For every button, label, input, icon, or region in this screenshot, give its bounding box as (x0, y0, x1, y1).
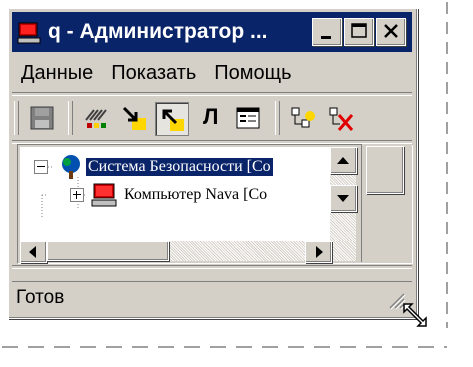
filter-button[interactable] (80, 102, 112, 134)
tree-node-label[interactable]: Компьютер Nava [Со (124, 186, 267, 204)
status-bar: Готов (12, 281, 412, 314)
properties-icon (236, 107, 260, 129)
menu-help[interactable]: Помощь (205, 62, 300, 85)
tree-node[interactable]: Система Безопасности [Со (34, 153, 273, 181)
pane-splitter[interactable] (351, 144, 357, 262)
move-up-button[interactable] (155, 102, 189, 136)
details-pane (361, 144, 412, 262)
toolbar-separator (68, 101, 73, 135)
computer-icon (90, 181, 120, 209)
tree-node[interactable]: Компьютер Nava [Со (70, 181, 267, 209)
close-icon (384, 24, 398, 38)
title-bar[interactable]: q - Администратор ... (12, 12, 412, 52)
menu-data[interactable]: Данные (12, 62, 102, 85)
lambda-icon: Л (203, 104, 219, 129)
save-button[interactable] (26, 102, 58, 134)
properties-button[interactable] (232, 102, 264, 134)
delete-node-button[interactable] (324, 102, 356, 134)
collapse-icon[interactable] (34, 160, 48, 174)
menu-view[interactable]: Показать (102, 62, 205, 85)
minimize-icon (321, 36, 331, 39)
scroll-left-button[interactable] (20, 241, 47, 263)
left-arrow-icon (29, 246, 36, 258)
maximize-button[interactable] (344, 18, 374, 46)
hatch-grid-icon (85, 109, 107, 128)
pane-bottom-separator (12, 265, 412, 269)
tree-view[interactable]: Система Безопасности [Со Компьютер Nava … (20, 147, 356, 241)
add-node-button[interactable] (286, 102, 318, 134)
scroll-right-button[interactable] (305, 241, 332, 263)
delete-node-icon (329, 107, 354, 131)
resize-cursor-icon (400, 300, 430, 334)
arrow-up-left-icon (162, 109, 184, 131)
window-title: q - Администратор ... (48, 20, 268, 43)
horizontal-scroll-thumb[interactable] (47, 241, 169, 261)
toolbar-grip[interactable] (14, 101, 19, 135)
app-window: q - Администратор ... Данные Показать По… (8, 8, 418, 319)
rename-button[interactable]: Л (195, 102, 227, 134)
maximize-icon (351, 23, 367, 38)
minimize-button[interactable] (312, 18, 342, 46)
status-text: Готов (16, 287, 65, 308)
details-scroll-thumb[interactable] (366, 146, 404, 194)
move-down-button[interactable] (118, 102, 150, 134)
tree-node-label[interactable]: Система Безопасности [Со (86, 158, 273, 176)
tree-icon (56, 153, 86, 181)
menu-bar: Данные Показать Помощь (12, 56, 412, 90)
app-icon (16, 19, 42, 45)
arrow-down-right-icon (122, 106, 146, 130)
add-node-icon (291, 107, 315, 128)
expand-icon[interactable] (70, 188, 84, 202)
close-button[interactable] (376, 18, 406, 46)
toolbar: Л (12, 96, 412, 140)
right-arrow-icon (316, 246, 323, 258)
save-icon (30, 106, 54, 130)
toolbar-separator (275, 101, 280, 135)
